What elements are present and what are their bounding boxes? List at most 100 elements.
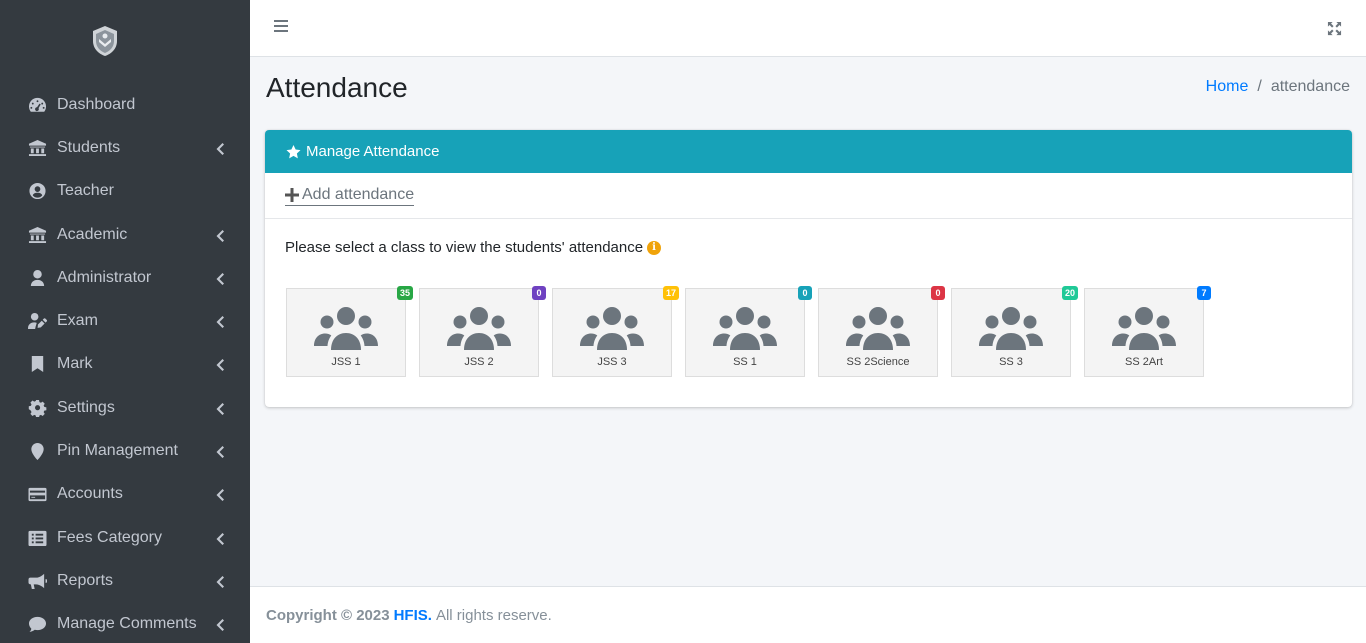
add-attendance-link[interactable]: Add attendance xyxy=(285,186,415,206)
users-icon xyxy=(314,306,378,352)
class-name: SS 3 xyxy=(999,356,1023,368)
bookmark-icon xyxy=(27,355,48,373)
class-card[interactable]: 20 SS 3 xyxy=(951,286,1078,377)
footer: Copyright © 2023 HFIS. All rights reserv… xyxy=(250,586,1366,643)
star-icon xyxy=(286,144,301,158)
sidebar-item-students[interactable]: Students xyxy=(0,126,250,169)
card-title: Manage Attendance xyxy=(306,143,440,160)
user-edit-icon xyxy=(27,312,48,330)
sidebar-item-label: Pin Management xyxy=(57,442,178,460)
card-header: Manage Attendance xyxy=(265,130,1352,173)
breadcrumb-separator: / xyxy=(1257,78,1262,95)
student-count-badge: 35 xyxy=(396,286,413,300)
chevron-left-icon xyxy=(216,618,226,632)
class-card[interactable]: 35 JSS 1 xyxy=(286,286,413,377)
users-icon xyxy=(580,306,644,352)
sidebar-item-dashboard[interactable]: Dashboard xyxy=(0,83,250,126)
select-class-message: Please select a class to view the studen… xyxy=(285,239,662,256)
sidebar-nav: Dashboard Students Teacher Academic Administ… xyxy=(0,83,250,643)
student-count-badge: 17 xyxy=(662,286,679,300)
sidebar-item-label: Manage Comments xyxy=(57,615,197,633)
chevron-left-icon xyxy=(216,402,226,415)
footer-brand-link[interactable]: HFIS. xyxy=(394,607,432,624)
list-alt-icon xyxy=(27,529,48,547)
sidebar-item-fees-category[interactable]: Fees Category xyxy=(0,516,250,559)
card-toolbar: Add attendance xyxy=(265,173,1352,219)
breadcrumb-home-link[interactable]: Home xyxy=(1206,78,1249,95)
plus-icon xyxy=(285,188,299,202)
sidebar-item-settings[interactable]: Settings xyxy=(0,386,250,429)
class-card[interactable]: 17 JSS 3 xyxy=(552,286,679,377)
class-list: 35 JSS 1 0 JSS 2 17 JSS 3 0 SS 1 0 SS 2Science 20 S… xyxy=(286,286,1217,377)
credit-card-icon xyxy=(27,485,48,503)
chevron-left-icon xyxy=(216,272,226,285)
class-name: SS 2Science xyxy=(846,356,910,368)
sidebar: Dashboard Students Teacher Academic Administ… xyxy=(0,0,250,643)
class-name: JSS 1 xyxy=(331,356,361,368)
sidebar-item-label: Dashboard xyxy=(57,95,136,113)
user-circle-icon xyxy=(27,182,48,200)
add-attendance-label: Add attendance xyxy=(302,186,415,203)
sidebar-item-label: Exam xyxy=(57,312,98,330)
sidebar-item-label: Fees Category xyxy=(57,528,162,546)
bullhorn-icon xyxy=(27,572,48,590)
student-count-badge: 0 xyxy=(798,286,812,300)
sidebar-item-administrator[interactable]: Administrator xyxy=(0,256,250,299)
top-navbar xyxy=(250,0,1366,57)
users-icon xyxy=(1112,306,1176,352)
sidebar-item-label: Reports xyxy=(57,571,114,589)
sidebar-item-mark[interactable]: Mark xyxy=(0,343,250,386)
select-class-text: Please select a class to view the studen… xyxy=(285,239,644,256)
manage-attendance-card: Manage Attendance Add attendance Please … xyxy=(265,130,1352,407)
users-icon xyxy=(447,306,511,352)
sidebar-item-manage-comments[interactable]: Manage Comments xyxy=(0,603,250,643)
sidebar-item-pin-management[interactable]: Pin Management xyxy=(0,429,250,472)
sidebar-item-label: Academic xyxy=(57,225,128,243)
sidebar-item-label: Settings xyxy=(57,398,115,416)
fullscreen-icon[interactable] xyxy=(1327,21,1342,36)
sidebar-item-label: Mark xyxy=(57,355,93,373)
footer-copyright: Copyright © 2023 xyxy=(266,606,390,624)
chevron-left-icon xyxy=(216,229,226,242)
page-title: Attendance xyxy=(266,72,408,103)
sidebar-item-reports[interactable]: Reports xyxy=(0,559,250,602)
users-icon xyxy=(846,306,910,352)
class-card[interactable]: 0 JSS 2 xyxy=(419,286,546,377)
sidebar-item-accounts[interactable]: Accounts xyxy=(0,473,250,516)
users-icon xyxy=(979,306,1043,352)
sidebar-item-label: Students xyxy=(57,138,121,156)
class-name: SS 2Art xyxy=(1125,356,1163,368)
menu-toggle-icon[interactable] xyxy=(274,20,288,36)
class-name: JSS 2 xyxy=(464,356,494,368)
chevron-left-icon xyxy=(216,575,226,588)
sidebar-item-teacher[interactable]: Teacher xyxy=(0,170,250,213)
user-icon xyxy=(27,269,48,287)
university-icon xyxy=(27,139,48,157)
sidebar-item-exam[interactable]: Exam xyxy=(0,299,250,342)
footer-rights: All rights reserve. xyxy=(435,606,552,624)
sidebar-item-label: Administrator xyxy=(57,268,152,286)
student-count-badge: 0 xyxy=(931,286,945,300)
class-card[interactable]: 0 SS 1 xyxy=(685,286,812,377)
chevron-left-icon xyxy=(216,488,226,502)
class-name: JSS 3 xyxy=(597,356,627,368)
breadcrumb-current: attendance xyxy=(1270,78,1350,95)
class-card[interactable]: 7 SS 2Art xyxy=(1084,286,1211,377)
university-icon xyxy=(27,226,48,244)
comment-icon xyxy=(27,615,48,633)
class-card[interactable]: 0 SS 2Science xyxy=(818,286,945,377)
chevron-left-icon xyxy=(216,532,226,545)
student-count-badge: 0 xyxy=(532,286,546,300)
chevron-left-icon xyxy=(216,358,226,372)
class-name: SS 1 xyxy=(733,356,757,368)
map-marker-icon xyxy=(27,442,48,461)
student-count-badge: 20 xyxy=(1061,286,1078,300)
school-logo[interactable] xyxy=(88,24,122,58)
sidebar-item-academic[interactable]: Academic xyxy=(0,213,250,256)
info-icon[interactable]: i xyxy=(647,240,662,255)
chevron-left-icon xyxy=(216,315,226,329)
users-icon xyxy=(713,306,777,352)
sidebar-item-label: Accounts xyxy=(57,485,123,503)
tachometer-icon xyxy=(27,96,48,114)
chevron-left-icon xyxy=(216,142,226,155)
